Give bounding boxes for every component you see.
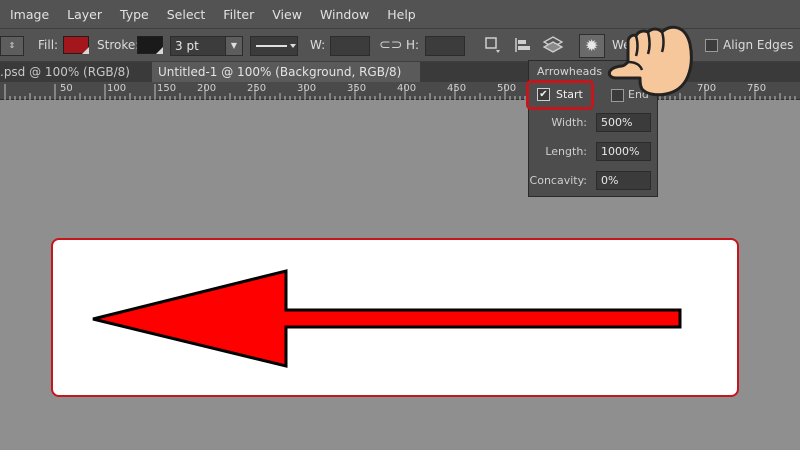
menu-filter[interactable]: Filter (223, 7, 254, 22)
start-highlight-frame (526, 80, 594, 110)
swatch-corner-icon (82, 47, 89, 54)
ruler-label: 50 (60, 83, 73, 94)
fill-label: Fill: (38, 38, 59, 52)
pointing-hand-icon (607, 25, 693, 97)
arrow-concavity-field[interactable]: 0% (596, 171, 651, 190)
length-label: Length: (545, 145, 587, 158)
gear-icon: ✹ (585, 36, 599, 55)
ruler-label: 400 (397, 83, 417, 94)
ruler-label: 350 (347, 83, 367, 94)
fill-color-swatch[interactable] (63, 36, 89, 54)
menu-image[interactable]: Image (10, 7, 49, 22)
menu-window[interactable]: Window (320, 7, 369, 22)
menu-view[interactable]: View (272, 7, 302, 22)
path-alignment-icon[interactable] (513, 36, 533, 60)
stroke-color-swatch[interactable] (137, 36, 163, 54)
arrow-shape-box (51, 238, 739, 397)
align-edges-label: Align Edges (723, 38, 794, 52)
shape-width-field[interactable] (330, 36, 370, 56)
menu-type[interactable]: Type (120, 7, 149, 22)
stroke-label: Stroke: (97, 38, 140, 52)
ruler-label: 100 (107, 83, 127, 94)
link-icon[interactable]: ⊂⊃ (379, 37, 402, 53)
ruler-label: 500 (497, 83, 517, 94)
tool-preset-dropdown[interactable]: ⇕ (0, 36, 24, 56)
ruler-label: 750 (747, 83, 767, 94)
photoshop-window: Image Layer Type Select Filter View Wind… (0, 0, 800, 450)
shape-height-field[interactable] (425, 36, 465, 56)
menu-help[interactable]: Help (387, 7, 416, 22)
stroke-width-field[interactable]: 3 pt (170, 36, 226, 56)
ruler-label: 150 (157, 83, 177, 94)
path-arrangement-icon[interactable] (542, 34, 564, 60)
width-label: W: (310, 38, 326, 52)
ruler-label: 200 (197, 83, 217, 94)
arrow-width-field[interactable]: 500% (596, 113, 651, 132)
ruler-label: 450 (447, 83, 467, 94)
stroke-width-dropdown[interactable]: ▼ (225, 36, 243, 56)
arrow-length-field[interactable]: 1000% (596, 142, 651, 161)
tab-untitled-1[interactable]: Untitled-1 @ 100% (Background, RGB/8) *× (152, 62, 420, 99)
arrowheads-title: Arrowheads (537, 65, 603, 78)
align-edges-checkbox[interactable] (705, 39, 718, 52)
arrow-graphic (92, 269, 682, 368)
menu-layer[interactable]: Layer (67, 7, 102, 22)
menu-select[interactable]: Select (167, 7, 206, 22)
red-arrow-shape (92, 269, 682, 368)
stroke-line-icon (256, 44, 296, 48)
ruler-label: 300 (297, 83, 317, 94)
tab-psd-document[interactable]: .psd @ 100% (RGB/8) *× (0, 62, 146, 99)
swatch-corner-icon (156, 47, 163, 54)
ruler-label: 250 (247, 83, 267, 94)
stroke-type-dropdown[interactable] (250, 36, 298, 56)
concavity-label: Concavity: (529, 174, 587, 187)
width-label: Width: (551, 116, 587, 129)
path-operations-icon[interactable] (484, 36, 502, 58)
height-label: H: (406, 38, 420, 52)
